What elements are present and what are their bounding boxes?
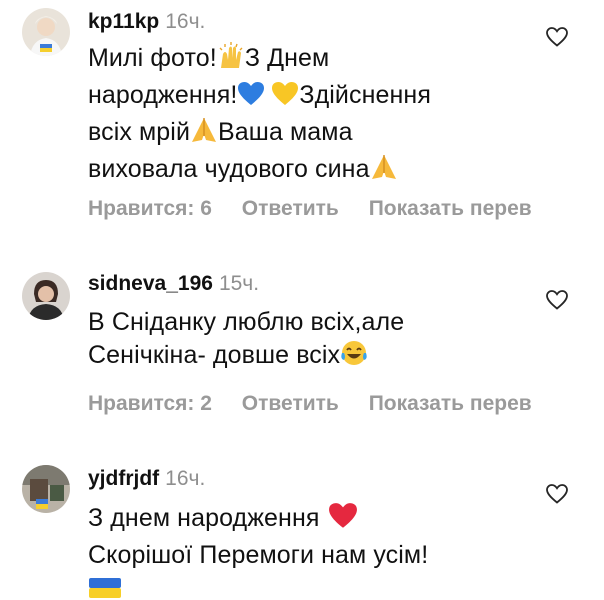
comments-feed: kp11kp 16ч. Милі фото! З Днем народження! З… — [0, 0, 604, 600]
avatar[interactable] — [22, 8, 70, 56]
avatar-photo-icon — [22, 272, 70, 320]
show-translation-button[interactable]: Показать перев — [369, 392, 532, 416]
comment-text-segment: Ваша мама — [218, 118, 353, 146]
comment-text: З днем народження Скорішої Перемоги нам … — [88, 502, 528, 600]
likes-count-button[interactable]: Нравится: 2 — [88, 392, 212, 416]
raised-hands-emoji-icon — [217, 42, 245, 79]
comment-text-segment: виховала чудового сина — [88, 155, 370, 183]
reply-button[interactable]: Ответить — [242, 392, 339, 416]
heart-outline-icon[interactable] — [546, 290, 568, 310]
avatar[interactable] — [22, 465, 70, 513]
comment-text-line: В Сніданку люблю всіх,але — [88, 308, 405, 336]
timestamp: 15ч. — [218, 272, 260, 295]
folded-hands-emoji-icon — [190, 116, 218, 153]
comment-text-segment: З Днем — [244, 44, 330, 72]
ukraine-flag-emoji-icon — [88, 576, 122, 600]
avatar-photo-icon — [22, 8, 70, 56]
comment-text-segment: всіх мрій — [88, 118, 191, 146]
comment-text-line: Скорішої Перемоги нам усім! — [88, 541, 429, 569]
timestamp: 16ч. — [165, 10, 206, 33]
heart-outline-icon[interactable] — [546, 484, 568, 504]
reply-button[interactable]: Ответить — [242, 197, 339, 221]
comment-text-segment: Сенічкіна- довше всіх — [88, 341, 341, 369]
yellow-heart-emoji-icon — [271, 81, 299, 116]
comment-header: kp11kp 16ч. — [88, 10, 205, 34]
avatar-photo-icon — [22, 465, 70, 513]
username[interactable]: yjdfrjdf — [88, 467, 159, 490]
red-heart-emoji-icon — [328, 502, 358, 539]
show-translation-button[interactable]: Показать перев — [369, 197, 532, 221]
comment-text-segment: З днем народження — [88, 504, 320, 532]
comment-text-segment: Милі фото! — [88, 44, 217, 72]
folded-hands-emoji-icon — [370, 153, 398, 190]
comment-text-segment: народження! — [88, 81, 238, 109]
username[interactable]: sidneva_196 — [88, 272, 213, 295]
comment-text-segment: Здійснення — [299, 81, 431, 109]
comment-actions: Нравится: 6 Ответить Показать перев — [88, 197, 532, 221]
comment-header: sidneva_196 15ч. — [88, 272, 259, 296]
username[interactable]: kp11kp — [88, 10, 159, 33]
comment-header: yjdfrjdf 16ч. — [88, 467, 205, 491]
heart-outline-icon[interactable] — [546, 27, 568, 47]
blue-heart-emoji-icon — [237, 81, 265, 116]
timestamp: 16ч. — [165, 467, 206, 490]
avatar[interactable] — [22, 272, 70, 320]
comment-text: Милі фото! З Днем народження! Здійснення в… — [88, 42, 528, 190]
comment-text: В Сніданку люблю всіх,але Сенічкіна- дов… — [88, 306, 528, 376]
comment-actions: Нравится: 2 Ответить Показать перев — [88, 392, 532, 416]
likes-count-button[interactable]: Нравится: 6 — [88, 197, 212, 221]
tears-of-joy-emoji-icon — [340, 339, 368, 376]
